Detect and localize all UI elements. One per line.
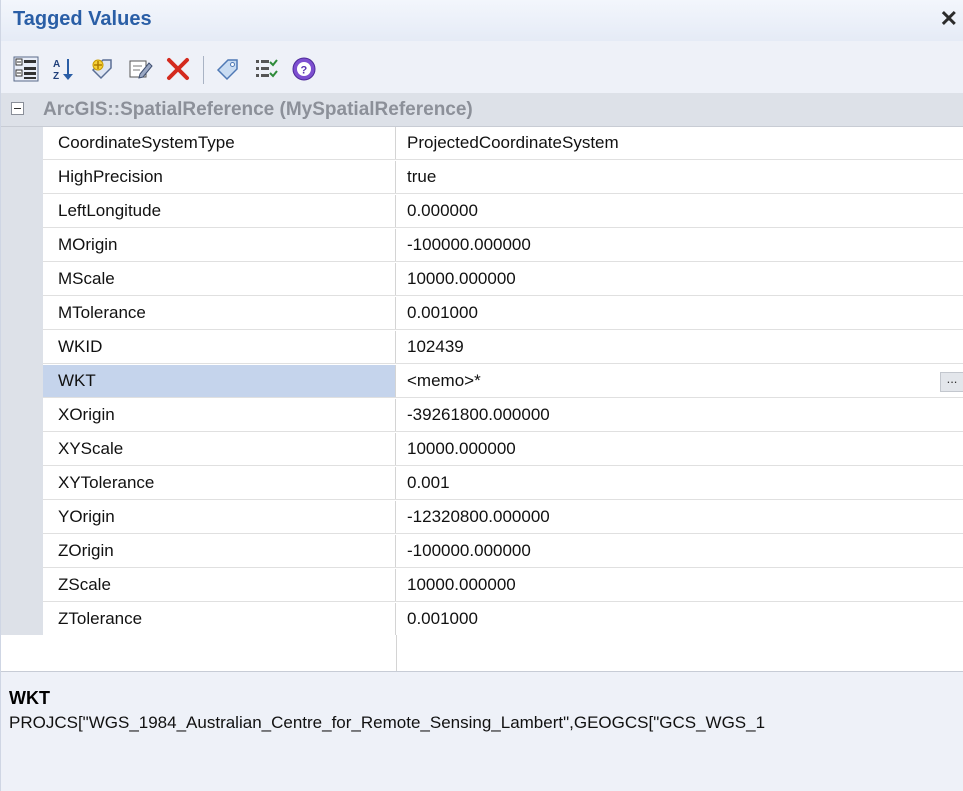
property-grid: ArcGIS::SpatialReference (MySpatialRefer…	[1, 93, 963, 671]
delete-icon	[167, 58, 189, 80]
property-value[interactable]: true	[396, 161, 963, 193]
property-name: ZTolerance	[43, 603, 396, 635]
property-name: LeftLongitude	[43, 195, 396, 227]
property-name: ZScale	[43, 569, 396, 601]
property-row[interactable]: XYTolerance 0.001	[43, 467, 963, 500]
property-row[interactable]: WKID 102439	[43, 331, 963, 364]
title-bar: Tagged Values ✕	[1, 0, 963, 41]
property-row[interactable]: WKT <memo>*...	[43, 365, 963, 398]
property-value[interactable]: 10000.000000	[396, 263, 963, 295]
property-row[interactable]: MTolerance 0.001000	[43, 297, 963, 330]
property-row[interactable]: ZOrigin -100000.000000	[43, 535, 963, 568]
property-row[interactable]: MOrigin -100000.000000	[43, 229, 963, 262]
new-tag-icon	[91, 59, 112, 80]
property-row[interactable]: HighPrecision true	[43, 161, 963, 194]
property-name: MOrigin	[43, 229, 396, 261]
filter-button[interactable]	[249, 52, 283, 86]
svg-text:?: ?	[301, 65, 308, 77]
toolbar-separator	[203, 56, 204, 84]
group-header[interactable]: ArcGIS::SpatialReference (MySpatialRefer…	[1, 93, 963, 127]
property-name: XYScale	[43, 433, 396, 465]
sort-alphabetical-icon: A Z	[53, 59, 73, 82]
property-row[interactable]: ZTolerance 0.001000	[43, 603, 963, 636]
sort-alphabetical-button[interactable]: A Z	[47, 52, 81, 86]
edit-note-button[interactable]	[123, 52, 157, 86]
property-value[interactable]: 102439	[396, 331, 963, 363]
property-value[interactable]: -12320800.000000	[396, 501, 963, 533]
property-value[interactable]: 0.001000	[396, 603, 963, 635]
ellipsis-button[interactable]: ...	[940, 372, 963, 392]
property-row[interactable]: XYScale 10000.000000	[43, 433, 963, 466]
svg-text:Z: Z	[53, 71, 59, 82]
edit-note-icon	[129, 60, 153, 79]
property-name: ZOrigin	[43, 535, 396, 567]
property-name: WKID	[43, 331, 396, 363]
property-value[interactable]: -39261800.000000	[396, 399, 963, 431]
filter-icon	[256, 59, 278, 78]
property-row[interactable]: CoordinateSystemType ProjectedCoordinateS…	[43, 127, 963, 160]
collapse-icon[interactable]	[11, 102, 24, 115]
property-name: MTolerance	[43, 297, 396, 329]
property-row[interactable]: LeftLongitude 0.000000	[43, 195, 963, 228]
property-value[interactable]: 0.000000	[396, 195, 963, 227]
grid-margin	[1, 127, 43, 635]
property-value[interactable]: 10000.000000	[396, 433, 963, 465]
property-name: CoordinateSystemType	[43, 127, 396, 159]
property-row[interactable]: YOrigin -12320800.000000	[43, 501, 963, 534]
description-panel: WKT PROJCS["WGS_1984_Australian_Centre_f…	[1, 671, 963, 791]
property-value[interactable]: 0.001	[396, 467, 963, 499]
property-name: WKT	[43, 365, 396, 397]
categorized-view-button[interactable]	[9, 52, 43, 86]
svg-text:A: A	[53, 59, 60, 70]
property-name: HighPrecision	[43, 161, 396, 193]
help-icon: ?	[292, 57, 316, 81]
categorized-view-icon	[13, 56, 39, 82]
window-title: Tagged Values	[13, 8, 152, 30]
property-name: XYTolerance	[43, 467, 396, 499]
description-text: PROJCS["WGS_1984_Australian_Centre_for_R…	[9, 713, 766, 732]
new-tag-button[interactable]	[85, 52, 119, 86]
grid-empty-area	[1, 635, 963, 671]
property-value[interactable]: -100000.000000	[396, 535, 963, 567]
property-row[interactable]: ZScale 10000.000000	[43, 569, 963, 602]
help-button[interactable]: ?	[287, 52, 321, 86]
property-row[interactable]: MScale 10000.000000	[43, 263, 963, 296]
property-row[interactable]: XOrigin -39261800.000000	[43, 399, 963, 432]
property-value[interactable]: -100000.000000	[396, 229, 963, 261]
property-name: MScale	[43, 263, 396, 295]
delete-button[interactable]	[161, 52, 195, 86]
group-label: ArcGIS::SpatialReference (MySpatialRefer…	[43, 99, 473, 120]
toolbar: A Z ?	[9, 46, 959, 92]
tag-icon	[216, 59, 238, 81]
property-name: XOrigin	[43, 399, 396, 431]
property-value[interactable]: <memo>*	[396, 365, 963, 397]
description-title: WKT	[9, 688, 50, 708]
tags-button[interactable]	[211, 52, 245, 86]
property-value[interactable]: 10000.000000	[396, 569, 963, 601]
property-value[interactable]: 0.001000	[396, 297, 963, 329]
property-name: YOrigin	[43, 501, 396, 533]
close-icon[interactable]: ✕	[940, 6, 958, 32]
property-value[interactable]: ProjectedCoordinateSystem	[396, 127, 963, 159]
tagged-values-window: Tagged Values ✕ A Z ? ArcGIS::SpatialRef…	[0, 0, 963, 791]
